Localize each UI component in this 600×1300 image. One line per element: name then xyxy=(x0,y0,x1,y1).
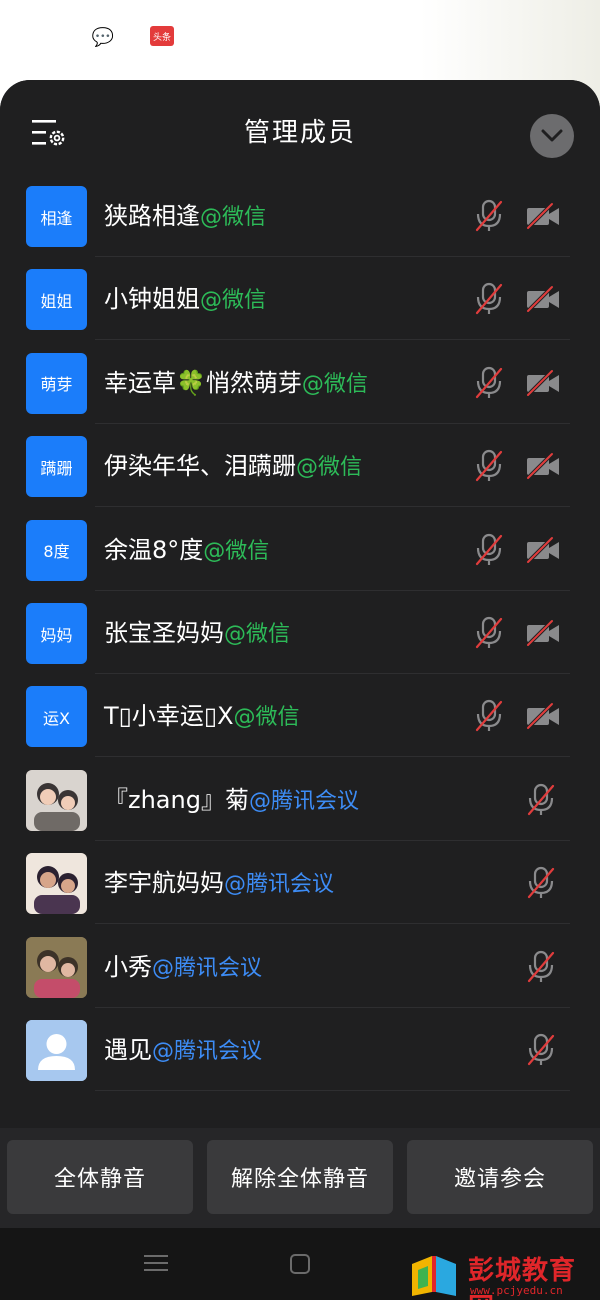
mic-muted-icon[interactable] xyxy=(474,282,504,316)
member-nickname: 『zhang』菊 xyxy=(104,785,249,814)
default-avatar-icon xyxy=(26,1020,87,1081)
mic-muted-icon[interactable] xyxy=(526,1033,556,1067)
mic-muted-icon[interactable] xyxy=(474,699,504,733)
member-source: @微信 xyxy=(203,538,270,564)
member-nickname: 狭路相逢 xyxy=(104,202,200,230)
camera-off-icon[interactable] xyxy=(526,452,560,480)
avatar-photo xyxy=(26,853,87,915)
avatar-initials: 萌芽 xyxy=(26,352,87,414)
mute-all-button[interactable]: 全体静音 xyxy=(7,1140,193,1214)
member-name: 余温8°度@微信 xyxy=(104,532,269,568)
unmute-all-button[interactable]: 解除全体静音 xyxy=(207,1140,393,1214)
collapse-button[interactable] xyxy=(530,114,574,158)
member-source: @微信 xyxy=(200,288,267,314)
member-row[interactable]: 萌芽 幸运草🍀悄然萌芽@微信 xyxy=(0,341,600,424)
member-row[interactable]: 妈妈 张宝圣妈妈@微信 xyxy=(0,591,600,674)
member-source: @微信 xyxy=(301,371,368,397)
member-name: 狭路相逢@微信 xyxy=(104,198,266,234)
mic-muted-icon[interactable] xyxy=(526,950,556,984)
mic-muted-icon[interactable] xyxy=(474,616,504,650)
avatar-photo xyxy=(26,769,87,831)
row-divider xyxy=(95,1090,570,1091)
invite-button[interactable]: 邀请参会 xyxy=(407,1140,593,1214)
mic-muted-icon[interactable] xyxy=(526,783,556,817)
member-source: @腾讯会议 xyxy=(152,1039,263,1064)
watermark-url: www.pcjyedu.cn xyxy=(470,1284,563,1297)
member-name: 小钟姐姐@微信 xyxy=(104,281,266,317)
chevron-down-icon xyxy=(541,129,563,142)
page-title: 管理成员 xyxy=(243,118,356,148)
avatar-photo xyxy=(26,936,87,998)
member-source: @腾讯会议 xyxy=(248,788,359,814)
member-name: 『zhang』菊@腾讯会议 xyxy=(104,782,359,818)
member-source: @微信 xyxy=(233,705,300,731)
action-bar: 全体静音 解除全体静音 邀请参会 xyxy=(0,1128,600,1228)
watermark: 彭城教育网 www.pcjyedu.cn xyxy=(408,1246,598,1300)
camera-off-icon[interactable] xyxy=(526,536,560,564)
mic-muted-icon[interactable] xyxy=(474,199,504,233)
member-row[interactable]: 小秀@腾讯会议 xyxy=(0,925,600,1008)
member-source: @腾讯会议 xyxy=(152,955,263,981)
camera-off-icon[interactable] xyxy=(526,619,560,647)
member-row[interactable]: 相逢 狭路相逢@微信 xyxy=(0,174,600,257)
member-nickname: 张宝圣妈妈 xyxy=(104,619,224,647)
member-source: @微信 xyxy=(200,205,267,230)
member-nickname: 小秀 xyxy=(104,952,152,981)
avatar-initials: 相逢 xyxy=(26,186,87,247)
camera-off-icon[interactable] xyxy=(526,369,560,397)
book-logo-icon xyxy=(412,1256,456,1296)
member-row[interactable]: 李宇航妈妈@腾讯会议 xyxy=(0,841,600,925)
mic-muted-icon[interactable] xyxy=(474,366,504,400)
member-name: 遇见@腾讯会议 xyxy=(104,1032,262,1068)
mic-muted-icon[interactable] xyxy=(474,533,504,567)
member-source: @微信 xyxy=(224,622,291,647)
member-row[interactable]: 姐姐 小钟姐姐@微信 xyxy=(0,257,600,341)
camera-off-icon[interactable] xyxy=(526,702,560,730)
member-row[interactable]: 『zhang』菊@腾讯会议 xyxy=(0,758,600,841)
home-icon[interactable] xyxy=(290,1254,310,1274)
camera-off-icon[interactable] xyxy=(526,285,560,313)
member-source: @腾讯会议 xyxy=(224,872,335,898)
member-list[interactable]: 月亮我是月亮@微信 相逢狭路相逢@微信 姐姐小钟姐姐@微信 xyxy=(0,148,600,1130)
manage-members-sheet: 月亮我是月亮@微信 相逢狭路相逢@微信 姐姐小钟姐姐@微信 xyxy=(0,80,600,1228)
member-name: 李宇航妈妈@腾讯会议 xyxy=(104,865,334,901)
member-name: T▯小幸运▯X@微信 xyxy=(104,698,300,734)
member-name: 幸运草🍀悄然萌芽@微信 xyxy=(104,365,368,401)
menu-icon[interactable] xyxy=(144,1254,168,1272)
mic-muted-icon[interactable] xyxy=(526,866,556,900)
avatar-initials: 姐姐 xyxy=(26,269,87,331)
toutiao-app-icon[interactable]: 头条 xyxy=(150,26,174,46)
avatar-initials: 运X xyxy=(26,686,87,748)
avatar-initials: 妈妈 xyxy=(26,603,87,664)
member-nickname: 李宇航妈妈 xyxy=(104,869,224,898)
member-nickname: T▯小幸运▯X xyxy=(104,702,234,731)
member-row[interactable]: 运X T▯小幸运▯X@微信 xyxy=(0,674,600,758)
sheet-header: 管理成员 xyxy=(0,80,600,180)
member-nickname: 余温8°度 xyxy=(104,535,204,564)
member-row[interactable]: 蹒跚 伊染年华、泪蹒跚@微信 xyxy=(0,424,600,508)
message-app-icon[interactable]: 💬 xyxy=(92,26,114,48)
member-nickname: 遇见 xyxy=(104,1036,152,1064)
avatar-initials: 蹒跚 xyxy=(26,436,87,498)
member-name: 小秀@腾讯会议 xyxy=(104,949,262,985)
avatar-initials: 8度 xyxy=(26,519,87,581)
member-row[interactable]: 8度 余温8°度@微信 xyxy=(0,508,600,591)
member-nickname: 幸运草🍀悄然萌芽 xyxy=(104,368,302,397)
member-name: 伊染年华、泪蹒跚@微信 xyxy=(104,448,362,484)
member-name: 张宝圣妈妈@微信 xyxy=(104,615,290,651)
member-nickname: 伊染年华、泪蹒跚 xyxy=(104,452,296,481)
member-source: @微信 xyxy=(296,455,363,481)
member-row[interactable]: 遇见@腾讯会议 xyxy=(0,1008,600,1091)
camera-off-icon[interactable] xyxy=(526,202,560,230)
member-nickname: 小钟姐姐 xyxy=(104,285,200,314)
mic-muted-icon[interactable] xyxy=(474,449,504,483)
